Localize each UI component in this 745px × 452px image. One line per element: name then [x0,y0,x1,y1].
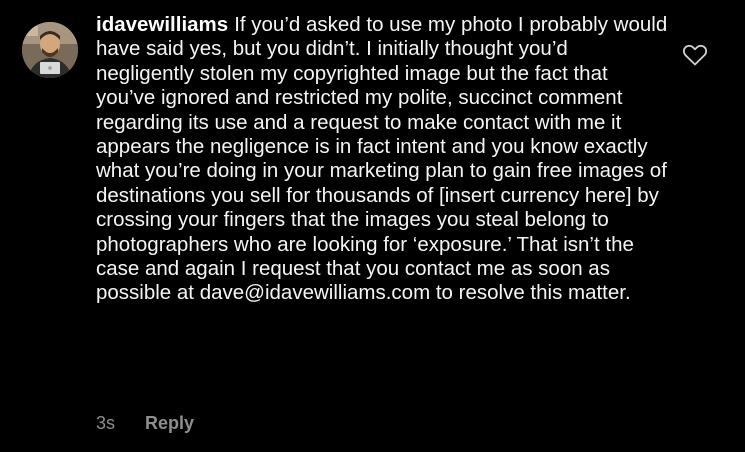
timestamp: 3s [96,413,116,433]
comment: idavewilliams If you’d asked to use my ph… [0,0,745,452]
username[interactable]: idavewilliams [96,13,228,36]
comment-text-block: idavewilliams If you’d asked to use my ph… [96,13,671,306]
avatar-image [22,22,78,78]
comment-text: If you’d asked to use my photo I probabl… [96,13,668,305]
reply-button[interactable]: Reply [145,411,194,435]
avatar[interactable] [22,22,78,78]
heart-outline-icon [682,44,708,66]
comment-body: idavewilliams If you’d asked to use my ph… [96,13,671,306]
comment-meta: 3s Reply [96,411,194,435]
like-button[interactable] [682,43,708,67]
